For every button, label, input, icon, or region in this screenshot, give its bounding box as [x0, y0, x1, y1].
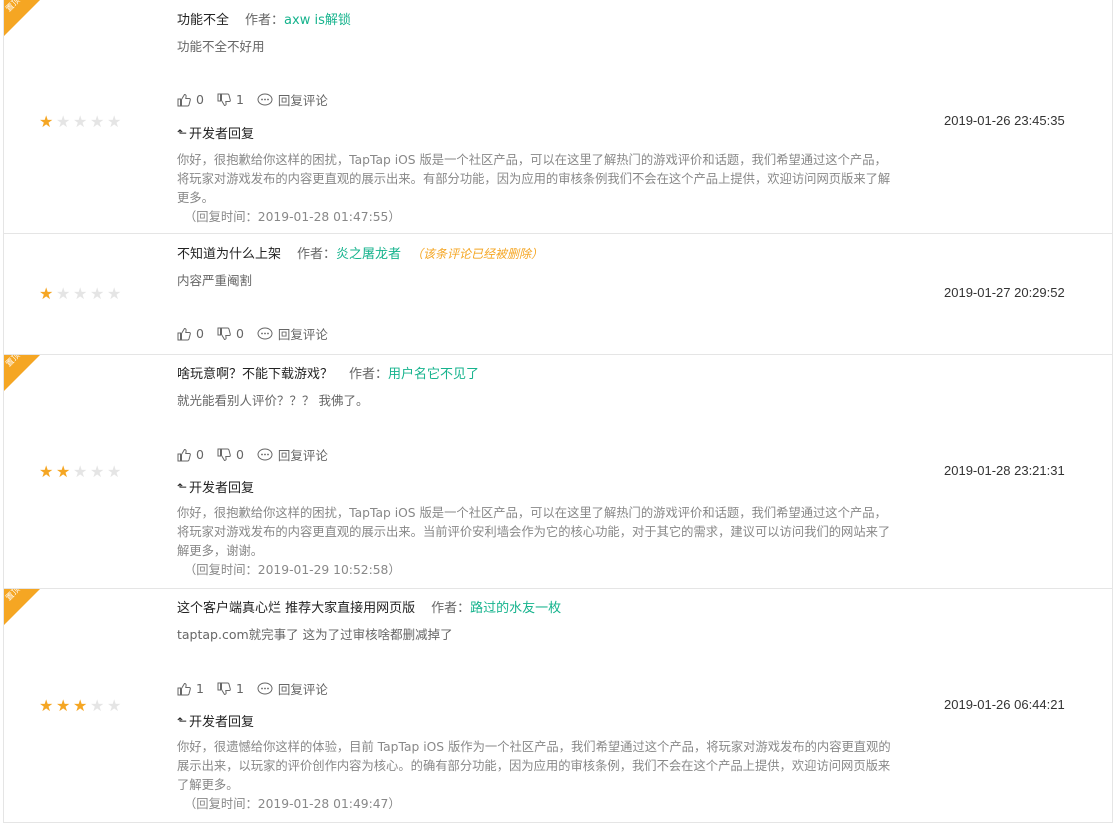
developer-reply-time: （回复时间：2019-01-28 01:47:55） — [184, 210, 401, 224]
review-time: 2019-01-28 23:21:31 — [944, 463, 1065, 478]
review-item: 置顶 功能不全 作者：axw is解锁 功能不全不好用 0 1 回复评论 ⬑ 开发者… — [4, 0, 1112, 234]
star-icon: ★ — [39, 696, 56, 715]
developer-reply-time: （回复时间：2019-01-29 10:52:58） — [184, 563, 401, 577]
review-item: 置顶 这个客户端真心烂 推荐大家直接用网页版 作者：路过的水友一枚 taptap.… — [4, 589, 1112, 823]
rating-stars: ★★★★★ — [39, 464, 124, 480]
like-count: 0 — [196, 92, 204, 107]
review-title: 不知道为什么上架 — [177, 247, 282, 262]
star-icon: ★ — [90, 112, 107, 131]
like-count: 1 — [196, 681, 204, 696]
reply-comment-button[interactable]: 回复评论 — [257, 90, 328, 109]
star-icon: ★ — [107, 284, 124, 303]
comment-bubble-icon — [257, 682, 273, 694]
like-button[interactable]: 0 — [177, 447, 204, 462]
pinned-badge: 置顶 — [4, 355, 40, 391]
author-label: 作者： — [349, 367, 389, 382]
star-icon: ★ — [90, 696, 107, 715]
like-button[interactable]: 0 — [177, 326, 204, 341]
review-body: 就光能看别人评价？？？ 我佛了。 — [177, 393, 369, 408]
review-title: 这个客户端真心烂 推荐大家直接用网页版 — [177, 601, 416, 616]
developer-reply-header: ⬑ 开发者回复 — [177, 479, 255, 497]
review-list: 置顶 功能不全 作者：axw is解锁 功能不全不好用 0 1 回复评论 ⬑ 开发者… — [3, 0, 1113, 823]
review-time: 2019-01-27 20:29:52 — [944, 285, 1065, 300]
review-title: 啥玩意啊？不能下载游戏？ — [177, 367, 334, 382]
comment-bubble-icon — [257, 93, 273, 105]
comment-bubble-icon — [257, 448, 273, 460]
reply-arrow-icon: ⬑ — [177, 479, 188, 494]
review-item: 不知道为什么上架 作者：炎之屠龙者 （该条评论已经被删除） 内容严重阉割 0 0 回… — [4, 234, 1112, 355]
developer-reply-body: 你好，很抱歉给你这样的困扰，TapTap iOS 版是一个社区产品，可以在这里了… — [177, 504, 892, 580]
like-button[interactable]: 1 — [177, 681, 204, 696]
thumbs-down-icon — [217, 448, 231, 461]
review-body: taptap.com就完事了 这为了过审核啥都删减掉了 — [177, 627, 453, 642]
review-item: 置顶 啥玩意啊？不能下载游戏？ 作者：用户名它不见了 就光能看别人评价？？？ 我佛… — [4, 355, 1112, 589]
dislike-button[interactable]: 0 — [217, 447, 244, 462]
star-icon: ★ — [56, 696, 73, 715]
like-button[interactable]: 0 — [177, 92, 204, 107]
developer-reply-body: 你好，很抱歉给你这样的困扰，TapTap iOS 版是一个社区产品，可以在这里了… — [177, 151, 892, 227]
pinned-badge: 置顶 — [4, 0, 40, 36]
author-label: 作者： — [431, 601, 471, 616]
star-icon: ★ — [107, 462, 124, 481]
thumbs-down-icon — [217, 682, 231, 695]
dislike-count: 0 — [235, 326, 244, 341]
star-icon: ★ — [56, 112, 73, 131]
author-link[interactable]: 炎之屠龙者 — [336, 247, 401, 262]
review-title: 功能不全 — [177, 13, 230, 28]
review-body: 功能不全不好用 — [177, 39, 265, 54]
developer-reply-header: ⬑ 开发者回复 — [177, 713, 255, 731]
like-count: 0 — [196, 447, 204, 462]
thumbs-up-icon — [177, 93, 191, 106]
author-link[interactable]: 用户名它不见了 — [388, 367, 479, 382]
thumbs-up-icon — [177, 327, 191, 340]
star-icon: ★ — [107, 696, 124, 715]
author-label: 作者： — [245, 13, 285, 28]
developer-reply-header: ⬑ 开发者回复 — [177, 125, 255, 143]
author-link[interactable]: 路过的水友一枚 — [470, 601, 561, 616]
reply-comment-button[interactable]: 回复评论 — [257, 679, 328, 698]
dislike-count: 0 — [235, 447, 244, 462]
thumbs-up-icon — [177, 682, 191, 695]
star-icon: ★ — [90, 284, 107, 303]
star-icon: ★ — [39, 112, 56, 131]
star-icon: ★ — [73, 696, 90, 715]
star-icon: ★ — [107, 112, 124, 131]
dislike-count: 1 — [235, 92, 244, 107]
author-label: 作者： — [297, 247, 337, 262]
developer-reply-body: 你好，很遗憾给你这样的体验，目前 TapTap iOS 版作为一个社区产品，我们… — [177, 738, 892, 814]
star-icon: ★ — [56, 462, 73, 481]
star-icon: ★ — [90, 462, 107, 481]
star-icon: ★ — [73, 462, 90, 481]
reply-comment-button[interactable]: 回复评论 — [257, 324, 328, 343]
like-count: 0 — [196, 326, 204, 341]
rating-stars: ★★★★★ — [39, 114, 124, 130]
thumbs-up-icon — [177, 448, 191, 461]
thumbs-down-icon — [217, 93, 231, 106]
deleted-note: （该条评论已经被删除） — [411, 247, 544, 261]
review-time: 2019-01-26 23:45:35 — [944, 113, 1065, 128]
dislike-count: 1 — [235, 681, 244, 696]
reply-arrow-icon: ⬑ — [177, 125, 188, 140]
reply-arrow-icon: ⬑ — [177, 713, 188, 728]
dislike-button[interactable]: 1 — [217, 681, 244, 696]
reply-comment-button[interactable]: 回复评论 — [257, 445, 328, 464]
developer-reply-time: （回复时间：2019-01-28 01:49:47） — [184, 797, 401, 811]
dislike-button[interactable]: 0 — [217, 326, 244, 341]
star-icon: ★ — [73, 284, 90, 303]
star-icon: ★ — [56, 284, 73, 303]
rating-stars: ★★★★★ — [39, 698, 124, 714]
comment-bubble-icon — [257, 327, 273, 339]
pinned-badge: 置顶 — [4, 589, 40, 625]
dislike-button[interactable]: 1 — [217, 92, 244, 107]
star-icon: ★ — [39, 462, 56, 481]
review-body: 内容严重阉割 — [177, 273, 253, 288]
star-icon: ★ — [73, 112, 90, 131]
rating-stars: ★★★★★ — [39, 286, 124, 302]
thumbs-down-icon — [217, 327, 231, 340]
author-link[interactable]: axw is解锁 — [284, 13, 351, 28]
star-icon: ★ — [39, 284, 56, 303]
review-time: 2019-01-26 06:44:21 — [944, 697, 1065, 712]
